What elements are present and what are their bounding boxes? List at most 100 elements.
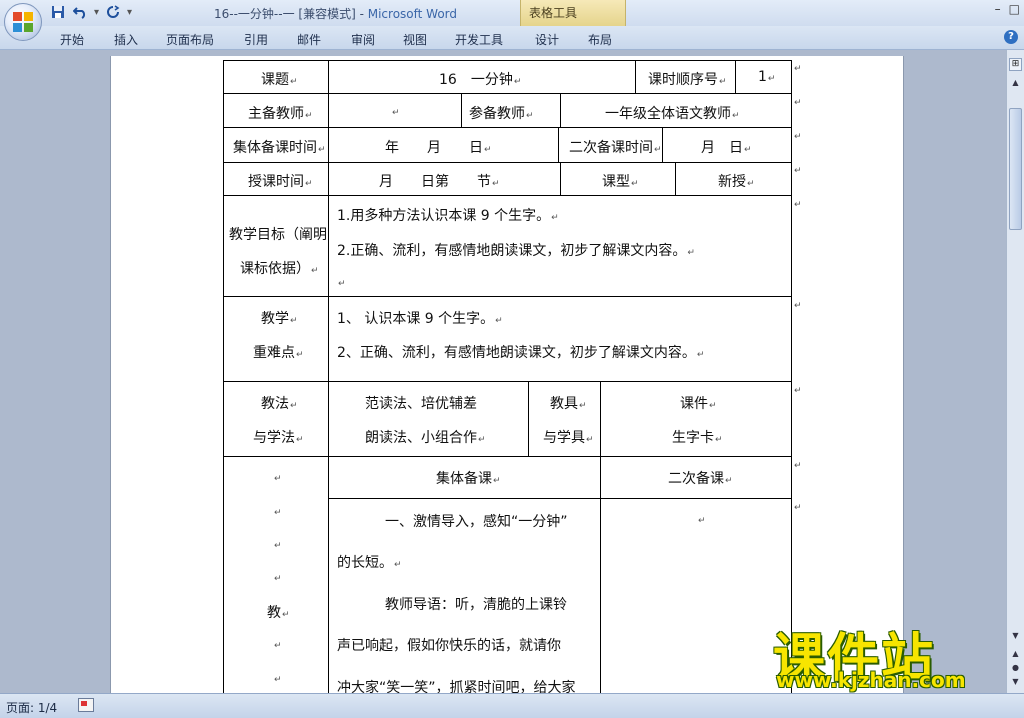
save-icon[interactable] xyxy=(50,4,66,20)
assist-teacher-value[interactable]: 一年级全体语文教师↵ xyxy=(605,103,740,123)
tab-home[interactable]: 开始 xyxy=(60,31,84,48)
keypoints-label: 教学↵ xyxy=(261,311,298,327)
topic-value[interactable]: 16 一分钟↵ xyxy=(439,69,521,89)
table-border xyxy=(662,127,663,162)
paragraph-mark: ↵ xyxy=(274,508,282,518)
process-line-3[interactable]: 教师导语：听，清脆的上课铃 xyxy=(385,594,567,614)
paragraph-mark: ↵ xyxy=(274,641,282,651)
tab-table-design[interactable]: 设计 xyxy=(535,31,559,48)
methods-label: 教法↵ xyxy=(261,396,298,412)
process-line-1[interactable]: 一、激情导入，感知“一分钟” xyxy=(385,511,568,531)
process-label-char: 教↵ xyxy=(267,605,290,621)
main-teacher-value[interactable]: ↵ xyxy=(391,103,400,119)
vertical-scrollbar[interactable]: ⊞ ▲ ▼ ▲ ● ▼ xyxy=(1006,50,1024,693)
document-area: 课题↵ 16 一分钟↵ 课时顺序号↵ 1↵ 主备教师↵ ↵ 参备教师↵ 一年级全… xyxy=(0,50,1006,693)
end-of-row-mark: ↵ xyxy=(794,461,802,471)
process-line-4[interactable]: 声已响起，假如你快乐的话，就请你 xyxy=(337,635,561,655)
end-of-row-mark: ↵ xyxy=(794,503,802,513)
office-logo-icon xyxy=(13,12,33,32)
assist-teacher-label: 参备教师↵ xyxy=(469,106,534,122)
group-prep-time-value[interactable]: 年 月 日↵ xyxy=(385,137,492,157)
undo-dropdown-icon[interactable]: ▾ xyxy=(94,7,99,18)
table-tools-label: 表格工具 xyxy=(529,6,578,20)
tab-developer[interactable]: 开发工具 xyxy=(455,31,503,48)
lesson-order-value[interactable]: 1↵ xyxy=(758,69,775,85)
table-border xyxy=(223,381,792,382)
scroll-down-icon[interactable]: ▼ xyxy=(1009,631,1022,645)
browse-object-icon[interactable]: ● xyxy=(1009,663,1022,675)
next-page-icon[interactable]: ▼ xyxy=(1009,677,1022,689)
end-of-row-mark: ↵ xyxy=(794,132,802,142)
second-prep-header: 二次备课↵ xyxy=(668,471,733,487)
goals-label-2: 课标依据）↵ xyxy=(240,261,319,277)
title-bar: ▾ ▾ 16--一分钟--一 [兼容模式] - Microsoft Word 表… xyxy=(0,0,1024,26)
page-indicator[interactable]: 页面: 1/4 xyxy=(6,699,57,716)
tab-mailings[interactable]: 邮件 xyxy=(297,31,321,48)
end-of-row-mark: ↵ xyxy=(794,166,802,176)
topic-label: 课题↵ xyxy=(261,72,298,88)
ribbon-tabs: 开始 插入 页面布局 引用 邮件 审阅 视图 开发工具 设计 布局 xyxy=(0,26,1024,50)
table-border xyxy=(223,60,792,61)
ruler-toggle-icon[interactable]: ⊞ xyxy=(1009,58,1022,71)
window-title: 16--一分钟--一 [兼容模式] - Microsoft Word xyxy=(214,5,457,22)
tab-references[interactable]: 引用 xyxy=(244,31,268,48)
undo-icon[interactable] xyxy=(72,4,88,20)
tools-value-2[interactable]: 生字卡↵ xyxy=(672,427,723,447)
prev-page-icon[interactable]: ▲ xyxy=(1009,649,1022,661)
tab-page-layout[interactable]: 页面布局 xyxy=(166,31,214,48)
tab-table-layout[interactable]: 布局 xyxy=(588,31,612,48)
goal-line-2[interactable]: 2.正确、流利，有感情地朗读课文，初步了解课文内容。↵ xyxy=(337,240,695,260)
scroll-up-icon[interactable]: ▲ xyxy=(1009,78,1022,92)
table-border xyxy=(461,93,462,127)
process-line-2[interactable]: 的长短。↵ xyxy=(337,552,402,572)
paragraph-mark: ↵ xyxy=(274,474,282,484)
goal-line-1[interactable]: 1.用多种方法认识本课 9 个生字。↵ xyxy=(337,205,559,225)
methods-value-1[interactable]: 范读法、培优辅差 xyxy=(365,393,477,413)
table-border xyxy=(328,498,792,499)
end-of-row-mark: ↵ xyxy=(794,301,802,311)
macro-record-icon[interactable] xyxy=(78,698,94,712)
keypoint-line-1[interactable]: 1、 认识本课 9 个生字。↵ xyxy=(337,308,503,328)
lesson-type-value[interactable]: 新授↵ xyxy=(718,171,755,191)
table-border xyxy=(223,162,792,163)
paragraph-mark: ↵ xyxy=(274,675,282,685)
maximize-button[interactable]: □ xyxy=(1009,2,1020,16)
group-prep-time-label: 集体备课时间↵ xyxy=(233,140,326,156)
lesson-order-label: 课时顺序号↵ xyxy=(648,72,727,88)
goal-empty-paragraph[interactable]: ↵ xyxy=(337,274,346,290)
table-tools-header: 表格工具 xyxy=(520,0,626,26)
keypoint-line-2[interactable]: 2、正确、流利，有感情地朗读课文，初步了解课文内容。↵ xyxy=(337,342,704,362)
second-prep-cell[interactable]: ↵ xyxy=(697,511,706,527)
tab-review[interactable]: 审阅 xyxy=(351,31,375,48)
methods-label-2: 与学法↵ xyxy=(253,430,304,446)
tools-label: 教具↵ xyxy=(550,396,587,412)
table-border xyxy=(528,381,529,456)
process-line-5[interactable]: 冲大家“笑一笑”，抓紧时间吧，给大家 xyxy=(337,677,576,693)
customize-qat-icon[interactable]: ▾ xyxy=(127,7,132,18)
help-icon[interactable]: ? xyxy=(1004,30,1018,44)
office-button[interactable] xyxy=(4,3,42,41)
table-border xyxy=(328,60,329,693)
document-page[interactable]: 课题↵ 16 一分钟↵ 课时顺序号↵ 1↵ 主备教师↵ ↵ 参备教师↵ 一年级全… xyxy=(110,56,904,693)
tab-insert[interactable]: 插入 xyxy=(114,31,138,48)
teach-time-value[interactable]: 月 日第 节↵ xyxy=(379,171,500,191)
scroll-thumb[interactable] xyxy=(1009,108,1022,230)
table-border xyxy=(560,162,561,195)
minimize-button[interactable]: – xyxy=(995,2,1001,16)
teach-time-label: 授课时间↵ xyxy=(248,174,313,190)
tools-label-2: 与学具↵ xyxy=(543,430,594,446)
table-border xyxy=(675,162,676,195)
redo-icon[interactable] xyxy=(105,4,121,20)
quick-access-toolbar: ▾ ▾ xyxy=(50,3,132,21)
methods-value-2[interactable]: 朗读法、小组合作↵ xyxy=(365,427,486,447)
second-prep-time-value[interactable]: 月 日↵ xyxy=(701,137,752,157)
table-border xyxy=(223,127,792,128)
lesson-type-label: 课型↵ xyxy=(602,174,639,190)
table-border xyxy=(600,381,601,693)
document-title: 16--一分钟--一 [兼容模式] - xyxy=(214,7,368,21)
keypoints-label-2: 重难点↵ xyxy=(253,345,304,361)
tab-view[interactable]: 视图 xyxy=(403,31,427,48)
app-name: Microsoft Word xyxy=(367,7,458,21)
tools-value-1[interactable]: 课件↵ xyxy=(680,393,717,413)
table-border xyxy=(223,456,792,457)
